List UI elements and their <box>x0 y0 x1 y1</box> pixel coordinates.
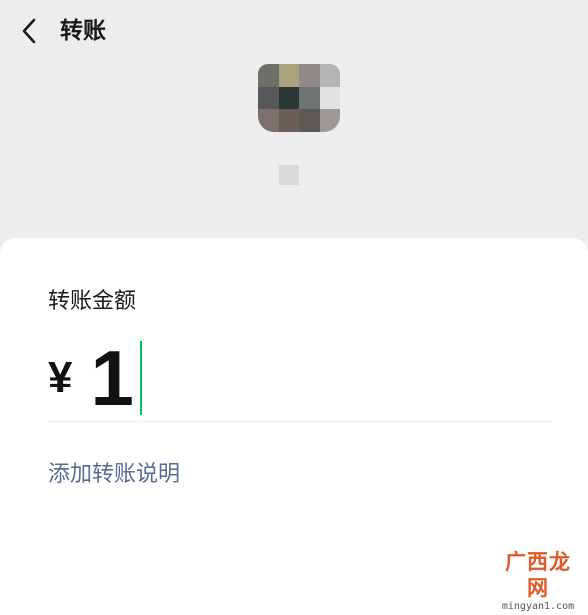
watermark-text: 广西龙网 <box>505 550 571 600</box>
amount-input[interactable]: ¥ 1 <box>48 333 552 423</box>
currency-symbol: ¥ <box>48 353 73 402</box>
divider <box>48 421 552 422</box>
amount-value: 1 <box>90 334 134 422</box>
back-button[interactable] <box>12 14 46 48</box>
watermark-url: mingyan1.com <box>501 601 575 612</box>
watermark: 广西龙网 mingyan1.com <box>496 549 580 613</box>
amount-label: 转账金额 <box>48 289 137 314</box>
chevron-left-icon <box>22 18 36 44</box>
recipient-avatar <box>258 64 340 132</box>
recipient-name-blurred <box>279 165 299 185</box>
page-title: 转账 <box>60 18 106 44</box>
add-note-link[interactable]: 添加转账说明 <box>48 460 180 490</box>
header-area: 转账 <box>0 0 588 250</box>
text-caret <box>139 341 142 415</box>
